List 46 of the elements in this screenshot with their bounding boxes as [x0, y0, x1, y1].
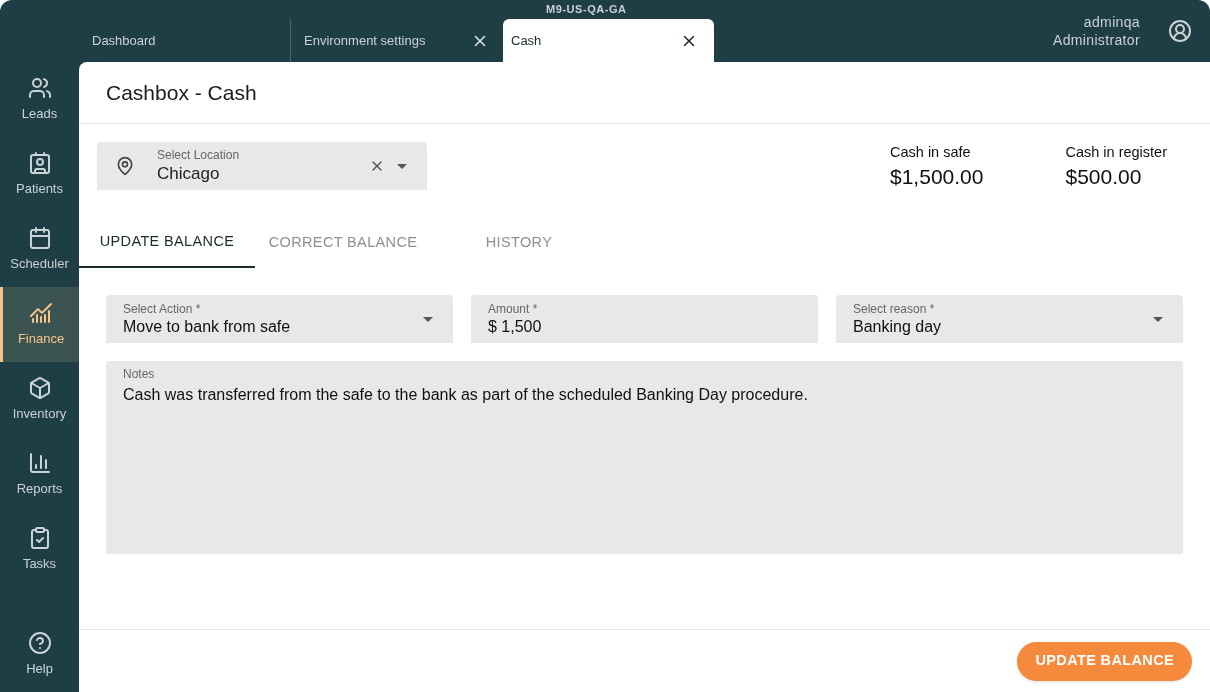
balance-label: Cash in safe: [890, 143, 972, 162]
balance-tab[interactable]: UPDATE BALANCE: [79, 218, 255, 268]
dropdown-caret-icon: [397, 163, 407, 169]
balance-amount: $500.00: [1065, 163, 1143, 190]
dropdown-caret-icon: [1153, 316, 1163, 322]
balance-amount: $1,500.00: [890, 163, 984, 190]
location-select[interactable]: Select Location Chicago: [97, 142, 427, 190]
tab-label: Cash: [511, 31, 542, 50]
tab[interactable]: Cash: [503, 19, 714, 62]
nav-item[interactable]: Patients: [0, 137, 79, 212]
help-icon: [27, 630, 52, 655]
nav-item[interactable]: Inventory: [0, 362, 79, 437]
nav-item[interactable]: Finance: [0, 287, 79, 362]
nav-label: Finance: [17, 329, 65, 348]
chart-icon: [29, 300, 53, 325]
people-icon: [27, 75, 52, 100]
user-name: adminqa: [1083, 13, 1140, 31]
environment-label: M9-US-QA-GA: [546, 2, 627, 17]
nav-label: Leads: [21, 104, 58, 123]
tab-label: Environment settings: [304, 31, 426, 50]
location-pin-icon: [115, 156, 135, 176]
calendar-icon: [27, 225, 52, 250]
nav-item[interactable]: Help: [0, 617, 79, 692]
notes-field[interactable]: Notes Cash was transferred from the safe to the bank as part of the scheduled Banking Day procedure.: [106, 361, 1183, 554]
user-role: Administrator: [1052, 31, 1140, 49]
nav-label: Patients: [16, 179, 63, 198]
cube-icon: [27, 375, 52, 400]
select-field[interactable]: Select Action * Move to bank from safe: [106, 295, 453, 343]
nav-label: Reports: [16, 479, 63, 498]
nav-label: Inventory: [12, 404, 67, 423]
select-field[interactable]: Select reason * Banking day: [836, 295, 1183, 343]
account-icon[interactable]: [1168, 19, 1192, 43]
page-title: Cashbox - Cash: [106, 79, 257, 106]
nav-item[interactable]: Tasks: [0, 512, 79, 587]
id-card-icon: [27, 150, 52, 175]
nav-item[interactable]: Leads: [0, 62, 79, 137]
bar-chart-icon: [27, 450, 52, 475]
balance-label: Cash in register: [1065, 143, 1167, 162]
nav-label: Scheduler: [10, 254, 69, 273]
dropdown-caret-icon: [423, 316, 433, 322]
input-field[interactable]: Amount * $ 1,500: [471, 295, 818, 343]
nav-item[interactable]: Scheduler: [0, 212, 79, 287]
tab-label: Dashboard: [92, 31, 156, 50]
nav-label: Tasks: [22, 554, 57, 573]
nav-item[interactable]: Reports: [0, 437, 79, 512]
tab[interactable]: Dashboard: [79, 19, 290, 62]
